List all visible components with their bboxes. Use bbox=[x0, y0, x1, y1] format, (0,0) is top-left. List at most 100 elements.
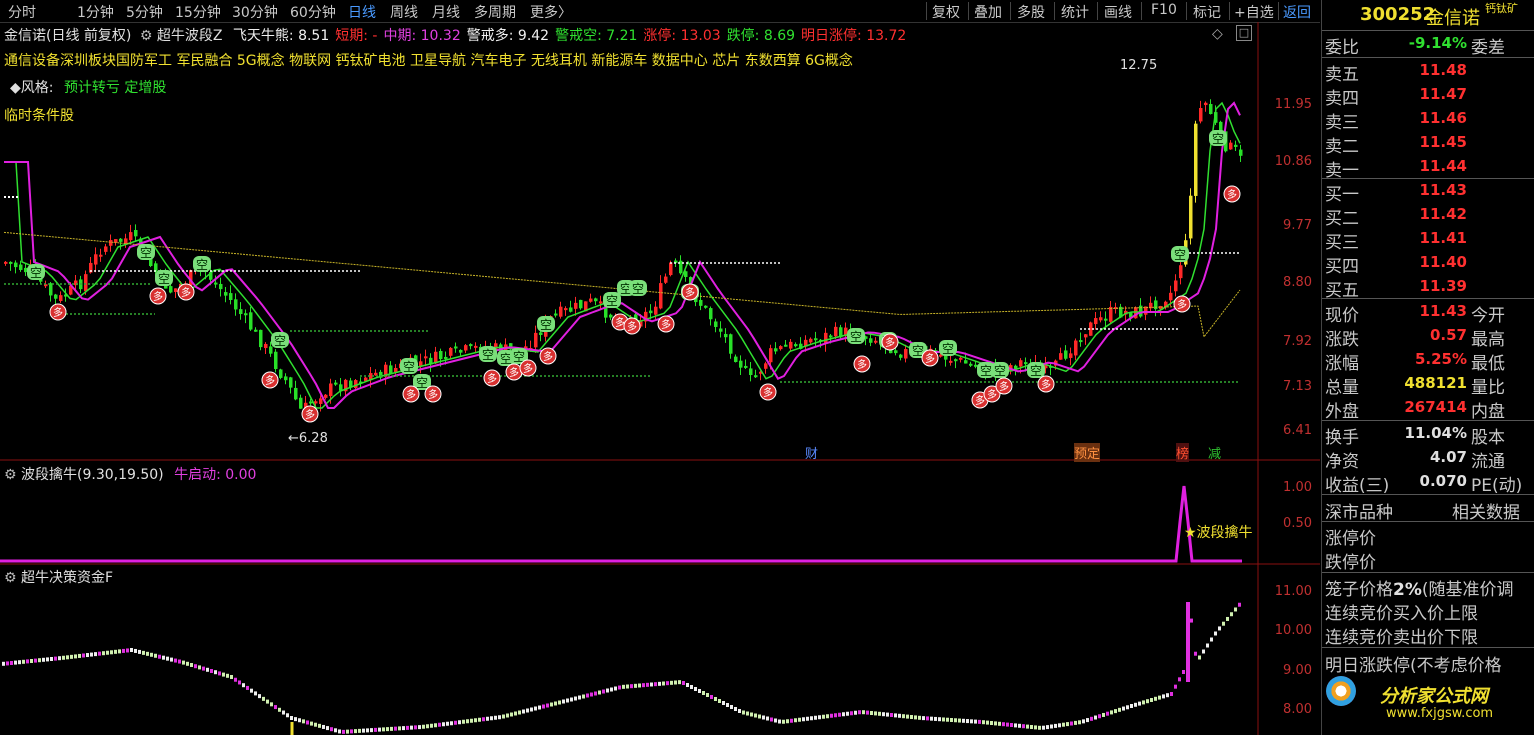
event-tag-label: 减 bbox=[1208, 447, 1222, 462]
period-tab-multi[interactable]: 多周期 bbox=[474, 2, 516, 22]
fund-row-1-label2: 流通 bbox=[1471, 452, 1505, 472]
candle bbox=[894, 350, 898, 354]
period-tab-30min[interactable]: 30分钟 bbox=[232, 2, 278, 22]
watermark-logo-icon bbox=[1326, 676, 1356, 706]
diamond-icon[interactable]: ◇ bbox=[1212, 26, 1223, 42]
svg-text:空: 空 bbox=[994, 364, 1006, 378]
candle bbox=[719, 328, 723, 332]
candle bbox=[1059, 353, 1063, 360]
candle bbox=[244, 313, 248, 316]
event-tag-label: 榜 bbox=[1176, 447, 1190, 462]
quote-row-4: 外盘 267414 内盘 bbox=[1322, 396, 1534, 422]
indicator-item-value: 8.69 bbox=[763, 28, 796, 44]
candle bbox=[394, 367, 398, 373]
price-axis-label: 7.13 bbox=[1283, 379, 1312, 394]
candle bbox=[19, 264, 23, 270]
indicator-item-label: 警戒多: bbox=[466, 28, 518, 44]
candle bbox=[1084, 334, 1088, 338]
return-button[interactable]: 返回 bbox=[1283, 2, 1311, 22]
candle bbox=[559, 306, 563, 317]
candle bbox=[784, 344, 788, 347]
fuquan-button[interactable]: 复权 bbox=[932, 2, 960, 22]
quote-row-0-label2: 今开 bbox=[1471, 306, 1505, 326]
price-axis-label: 6.41 bbox=[1283, 423, 1312, 438]
event-tag-bang[interactable]: 榜 bbox=[1176, 443, 1190, 462]
fund-row-2-label: 收益(三) bbox=[1325, 476, 1390, 496]
candle bbox=[329, 383, 333, 397]
period-tab-1min[interactable]: 1分钟 bbox=[77, 2, 114, 22]
limit-up-label: 涨停价 bbox=[1325, 529, 1376, 549]
candle bbox=[169, 286, 173, 293]
signal-kong-icon: 空 bbox=[1171, 246, 1189, 262]
candle bbox=[84, 274, 88, 292]
period-tab-monthly[interactable]: 月线 bbox=[432, 2, 460, 22]
style-value: 预计转亏 定增股 bbox=[63, 80, 167, 96]
period-tab-60min[interactable]: 60分钟 bbox=[290, 2, 336, 22]
chart-area[interactable]: 空空空空空空空空空空空空空空空空空空空空空空空空多多多多多多多多多多多多多多多多… bbox=[0, 22, 1320, 735]
svg-text:多: 多 bbox=[305, 408, 315, 421]
indicator-item-value: 13.03 bbox=[680, 28, 721, 44]
draw-line-button[interactable]: 画线 bbox=[1104, 2, 1132, 22]
candle bbox=[99, 254, 103, 257]
candle bbox=[709, 308, 713, 320]
event-tag-cai[interactable]: 财 bbox=[805, 443, 818, 462]
stock-name: 金信诺 bbox=[1426, 8, 1480, 29]
mark-button[interactable]: 标记 bbox=[1193, 2, 1221, 22]
stock-concept: 钙钛矿 bbox=[1485, 2, 1518, 15]
event-tag-jian[interactable]: 减 bbox=[1208, 443, 1221, 462]
multi-stock-button[interactable]: 多股 bbox=[1017, 2, 1045, 22]
overlay-button[interactable]: 叠加 bbox=[974, 2, 1002, 22]
candle bbox=[789, 341, 793, 349]
indicator-item-value: 9.42 bbox=[517, 28, 550, 44]
candle bbox=[439, 350, 443, 360]
period-tab-daily[interactable]: 日线 bbox=[348, 2, 376, 22]
candle bbox=[1104, 318, 1108, 321]
price-axis-label: 9.77 bbox=[1283, 218, 1312, 233]
add-watchlist-button[interactable]: +自选 bbox=[1234, 2, 1274, 22]
related-data-label[interactable]: 相关数据 bbox=[1452, 498, 1520, 523]
quote-row-2-label2: 最低 bbox=[1471, 354, 1505, 374]
signal-kong-icon: 空 bbox=[400, 358, 418, 374]
buy-level-5: 买五 11.39 bbox=[1322, 275, 1534, 301]
cage-suffix: (随基准价调 bbox=[1421, 580, 1514, 600]
sell-level-4-label: 卖四 bbox=[1325, 89, 1359, 109]
f10-button[interactable]: F10 bbox=[1151, 2, 1177, 18]
period-tab-weekly[interactable]: 周线 bbox=[390, 2, 418, 22]
candle bbox=[899, 354, 903, 358]
quote-row-0: 现价 11.43 今开 bbox=[1322, 300, 1534, 326]
sub2-name: 超牛决策资金F bbox=[21, 570, 114, 586]
buy-level-2: 买二 11.42 bbox=[1322, 203, 1534, 229]
signal-duo-icon: 多 bbox=[177, 283, 195, 301]
candle bbox=[1174, 280, 1178, 292]
period-tab-fenshi[interactable]: 分时 bbox=[8, 2, 36, 22]
svg-text:空: 空 bbox=[632, 282, 644, 296]
period-tab-more[interactable]: 更多〉 bbox=[530, 2, 572, 22]
svg-text:空: 空 bbox=[540, 318, 552, 332]
signal-duo-icon: 多 bbox=[149, 287, 167, 305]
candle bbox=[704, 305, 708, 308]
event-tag-yuding[interactable]: 预定 bbox=[1074, 443, 1101, 462]
svg-text:多: 多 bbox=[975, 394, 985, 407]
period-tab-15min[interactable]: 15分钟 bbox=[175, 2, 221, 22]
candle bbox=[259, 329, 263, 348]
period-tab-5min[interactable]: 5分钟 bbox=[126, 2, 163, 22]
low-price-marker: ←6.28 bbox=[288, 431, 328, 446]
statistics-button[interactable]: 统计 bbox=[1061, 2, 1089, 22]
gear-icon[interactable]: ⚙ bbox=[4, 570, 17, 586]
gear-icon[interactable]: ⚙ bbox=[4, 467, 17, 483]
signal-kong-icon: 空 bbox=[629, 280, 647, 296]
candle bbox=[1239, 149, 1243, 156]
svg-text:空: 空 bbox=[403, 360, 415, 374]
candle bbox=[659, 283, 663, 309]
close-icon[interactable]: □ bbox=[1236, 25, 1252, 41]
candle bbox=[299, 397, 303, 409]
candle bbox=[324, 394, 328, 398]
candle bbox=[269, 346, 273, 354]
market-label[interactable]: 深市品种 bbox=[1325, 498, 1393, 523]
buy-level-4-value: 11.40 bbox=[1419, 253, 1467, 271]
gear-icon[interactable]: ⚙ bbox=[140, 28, 153, 44]
candle bbox=[174, 288, 178, 292]
candle bbox=[234, 299, 238, 310]
concept-line: 通信设备深圳板块国防军工 军民融合 5G概念 物联网 钙钛矿电池 卫星导航 汽车… bbox=[4, 53, 853, 69]
kline-chart[interactable]: 空空空空空空空空空空空空空空空空空空空空空空空空多多多多多多多多多多多多多多多多… bbox=[0, 22, 1320, 735]
